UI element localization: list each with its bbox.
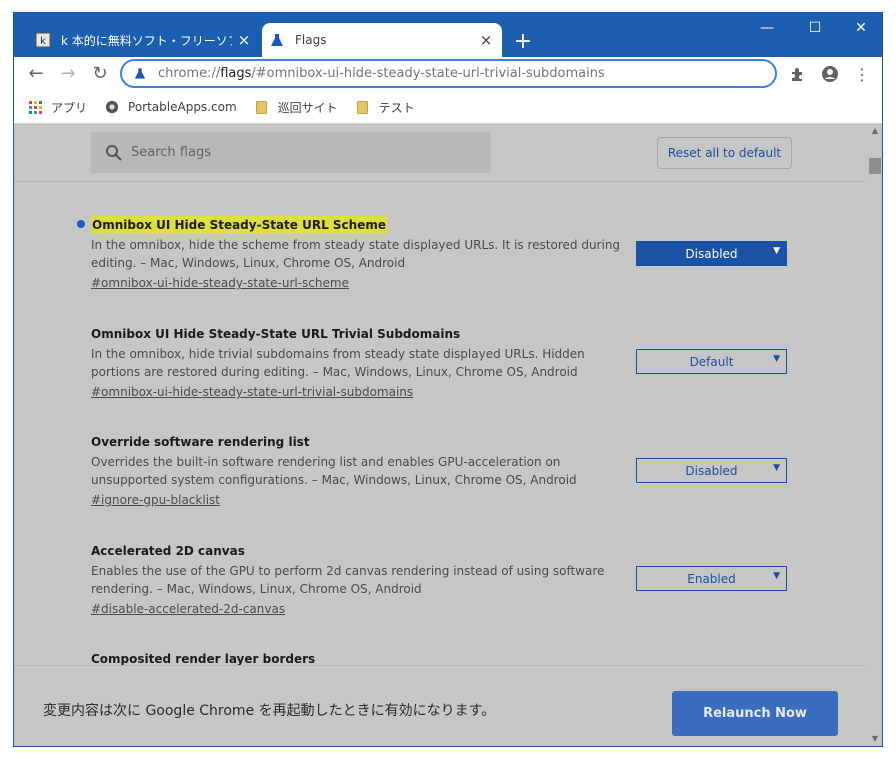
flag-select[interactable]: Default ▼ bbox=[636, 349, 787, 374]
flask-icon bbox=[132, 66, 148, 82]
flag-select-value: Disabled bbox=[685, 463, 738, 478]
flask-icon bbox=[269, 32, 285, 48]
relaunch-now-button[interactable]: Relaunch Now bbox=[672, 691, 838, 736]
toolbar: ← → ↻ chrome://flags/#omnibox-ui-hide-st… bbox=[14, 57, 882, 91]
bookmark-folder-junkai[interactable]: 巡回サイト bbox=[255, 99, 338, 116]
url-path: /#omnibox-ui-hide-steady-state-url-trivi… bbox=[251, 66, 605, 81]
bookmark-label: PortableApps.com bbox=[128, 100, 237, 114]
bookmark-portableapps[interactable]: PortableApps.com bbox=[105, 100, 237, 114]
scroll-up-icon[interactable]: ▲ bbox=[870, 126, 880, 136]
flag-select[interactable]: Enabled ▼ bbox=[636, 566, 787, 591]
dropdown-arrow-icon: ▼ bbox=[773, 354, 780, 364]
flags-header: Search flags Reset all to default bbox=[14, 124, 866, 182]
folder-icon bbox=[356, 100, 370, 114]
svg-text:k: k bbox=[40, 36, 46, 47]
dropdown-arrow-icon: ▼ bbox=[773, 463, 780, 473]
flag-title: Omnibox UI Hide Steady-State URL Trivial… bbox=[91, 327, 461, 341]
flag-select-value: Default bbox=[689, 354, 734, 369]
modified-indicator bbox=[77, 220, 85, 228]
bookmark-label: アプリ bbox=[51, 100, 88, 115]
dropdown-arrow-icon: ▼ bbox=[773, 246, 780, 256]
browser-window: k k 本的に無料ソフト・フリーソフト × Flags × + — ☐ ✕ ← … bbox=[13, 12, 883, 747]
flag-link[interactable]: #omnibox-ui-hide-steady-state-url-scheme bbox=[91, 275, 349, 291]
url-scheme: chrome:// bbox=[158, 66, 221, 81]
extensions-icon[interactable] bbox=[785, 61, 811, 87]
tab-title: k 本的に無料ソフト・フリーソフト bbox=[61, 33, 232, 48]
search-flags-input[interactable]: Search flags bbox=[91, 132, 491, 173]
flags-page: Search flags Reset all to default Omnibo… bbox=[14, 124, 882, 746]
new-tab-button[interactable]: + bbox=[510, 28, 536, 54]
flag-select[interactable]: Disabled ▼ bbox=[636, 458, 787, 483]
close-window-button[interactable]: ✕ bbox=[838, 13, 882, 43]
search-icon bbox=[104, 143, 124, 163]
relaunch-footer: 変更内容は次に Google Chrome を再起動したときに有効になります。 … bbox=[14, 665, 866, 746]
flag-link[interactable]: #ignore-gpu-blacklist bbox=[91, 492, 220, 508]
maximize-button[interactable]: ☐ bbox=[792, 13, 838, 43]
tab-k-site[interactable]: k k 本的に無料ソフト・フリーソフト × bbox=[28, 23, 260, 57]
apps-grid-icon bbox=[28, 100, 42, 114]
tab-close-icon[interactable]: × bbox=[232, 28, 256, 52]
flag-description: In the omnibox, hide trivial subdomains … bbox=[91, 347, 585, 379]
flag-title: Override software rendering list bbox=[91, 435, 310, 449]
bookmark-label: 巡回サイト bbox=[277, 100, 338, 115]
relaunch-message: 変更内容は次に Google Chrome を再起動したときに有効になります。 bbox=[43, 703, 496, 719]
flag-title: Accelerated 2D canvas bbox=[91, 544, 245, 558]
profile-icon[interactable] bbox=[817, 61, 843, 87]
dropdown-arrow-icon: ▼ bbox=[773, 571, 780, 581]
bookmarks-bar: アプリ PortableApps.com 巡回サイト テスト bbox=[14, 91, 882, 124]
bookmark-apps[interactable]: アプリ bbox=[28, 99, 87, 116]
scroll-down-icon[interactable]: ▼ bbox=[870, 734, 880, 744]
flag-description: Overrides the built-in software renderin… bbox=[91, 455, 577, 487]
tab-close-icon[interactable]: × bbox=[474, 28, 498, 52]
flag-select-value: Disabled bbox=[685, 246, 738, 261]
url-host: flags bbox=[220, 66, 252, 81]
search-placeholder: Search flags bbox=[131, 145, 211, 160]
back-button[interactable]: ← bbox=[22, 59, 50, 87]
flag-select[interactable]: Disabled ▼ bbox=[636, 241, 787, 266]
flag-link[interactable]: #omnibox-ui-hide-steady-state-url-trivia… bbox=[91, 384, 413, 400]
address-bar[interactable]: chrome://flags/#omnibox-ui-hide-steady-s… bbox=[120, 59, 777, 88]
flag-description: In the omnibox, hide the scheme from ste… bbox=[91, 238, 621, 270]
k-site-favicon-icon: k bbox=[35, 32, 51, 48]
folder-icon bbox=[255, 100, 269, 114]
flag-description: Enables the use of the GPU to perform 2d… bbox=[91, 564, 605, 596]
tab-strip: k k 本的に無料ソフト・フリーソフト × Flags × + — ☐ ✕ bbox=[14, 13, 882, 57]
bookmark-folder-test[interactable]: テスト bbox=[356, 99, 415, 116]
reset-all-button[interactable]: Reset all to default bbox=[657, 137, 792, 169]
portableapps-icon bbox=[105, 100, 119, 114]
flag-title: Omnibox UI Hide Steady-State URL Scheme bbox=[91, 216, 387, 234]
flag-link[interactable]: #disable-accelerated-2d-canvas bbox=[91, 601, 285, 617]
minimize-button[interactable]: — bbox=[744, 13, 790, 43]
menu-icon[interactable]: ⋮ bbox=[849, 61, 875, 87]
flag-select-value: Enabled bbox=[687, 571, 736, 586]
scrollbar[interactable]: ▲ ▼ bbox=[866, 124, 882, 746]
scroll-thumb[interactable] bbox=[869, 158, 881, 174]
tab-flags[interactable]: Flags × bbox=[262, 23, 502, 57]
tab-title: Flags bbox=[295, 33, 327, 47]
reload-button[interactable]: ↻ bbox=[86, 59, 114, 87]
forward-button[interactable]: → bbox=[54, 59, 82, 87]
bookmark-label: テスト bbox=[378, 100, 415, 115]
